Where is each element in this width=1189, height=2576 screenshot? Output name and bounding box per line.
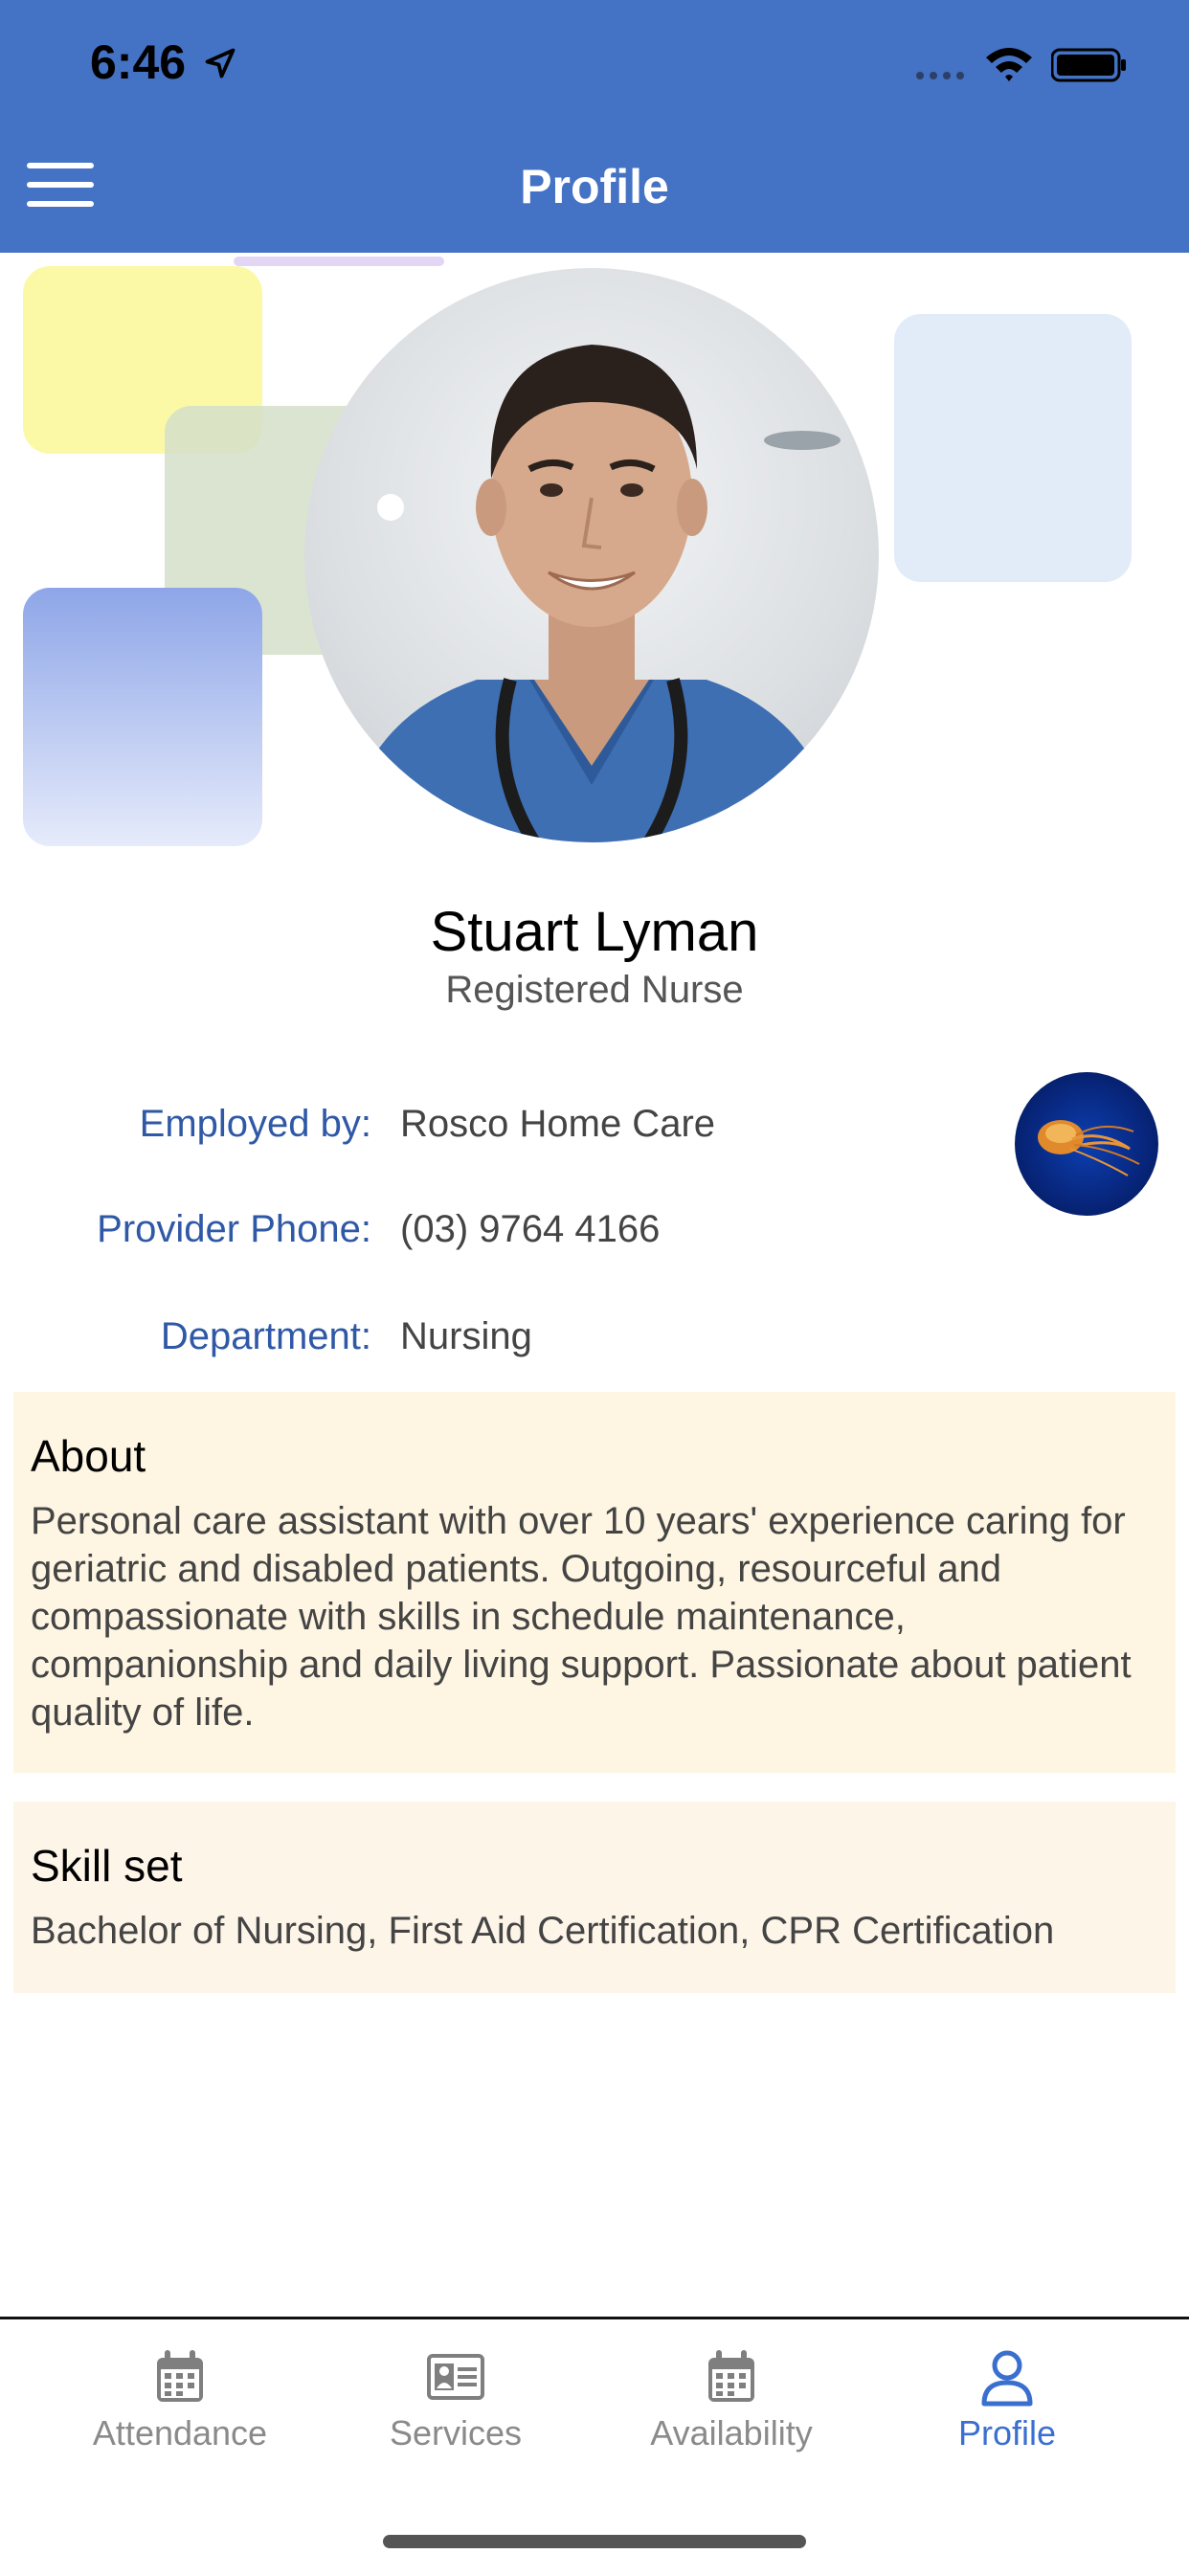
jellyfish-icon: [1038, 1120, 1140, 1176]
cellular-signal-icon: [916, 72, 964, 79]
page-title: Profile: [520, 160, 669, 213]
decorative-square: [234, 257, 444, 266]
id-card-icon: [427, 2354, 484, 2400]
profile-name: Stuart Lyman: [430, 901, 759, 963]
calendar-icon: [157, 2350, 203, 2402]
skills-title: Skill set: [31, 1841, 183, 1891]
wifi-icon: [986, 48, 1032, 81]
tab-availability[interactable]: Availability: [597, 2346, 865, 2453]
profile-header: [0, 253, 1189, 846]
tab-profile-label: Profile: [957, 2413, 1057, 2453]
department-value: Nursing: [400, 1315, 532, 1357]
status-time: 6:46: [90, 35, 187, 89]
about-text: Personal care assistant with over 10 yea…: [31, 1500, 1132, 1734]
about-title: About: [31, 1431, 146, 1481]
decorative-square: [894, 314, 1132, 582]
home-indicator[interactable]: [383, 2535, 806, 2548]
tab-availability-label: Availability: [650, 2413, 813, 2453]
about-card: About Personal care assistant with over …: [13, 1392, 1176, 1773]
tab-profile[interactable]: Profile: [873, 2346, 1141, 2453]
top-bar: 6:46 Profile: [0, 0, 1189, 253]
tab-attendance-label: Attendance: [92, 2413, 268, 2453]
skills-card: Skill set Bachelor of Nursing, First Aid…: [13, 1802, 1176, 1993]
profile-role: Registered Nurse: [445, 969, 744, 1011]
provider-phone-value[interactable]: (03) 9764 4166: [400, 1208, 660, 1251]
location-arrow-icon: [205, 48, 236, 78]
battery-icon: [1051, 48, 1126, 82]
decorative-square: [23, 588, 262, 846]
person-icon: [981, 2350, 1033, 2407]
person-portrait-icon: [343, 345, 841, 842]
provider-phone-label: Provider Phone:: [97, 1208, 371, 1250]
department-label: Department:: [160, 1315, 371, 1357]
employed-by-label: Employed by:: [139, 1103, 371, 1145]
tab-services-label: Services: [389, 2413, 523, 2453]
provider-logo: [1015, 1072, 1158, 1216]
profile-avatar[interactable]: [304, 268, 879, 842]
tab-services[interactable]: Services: [322, 2346, 590, 2453]
skills-text: Bachelor of Nursing, First Aid Certifica…: [31, 1910, 1055, 1952]
tab-attendance[interactable]: Attendance: [46, 2346, 314, 2453]
calendar-icon: [708, 2350, 754, 2402]
employed-by-value: Rosco Home Care: [400, 1103, 716, 1145]
